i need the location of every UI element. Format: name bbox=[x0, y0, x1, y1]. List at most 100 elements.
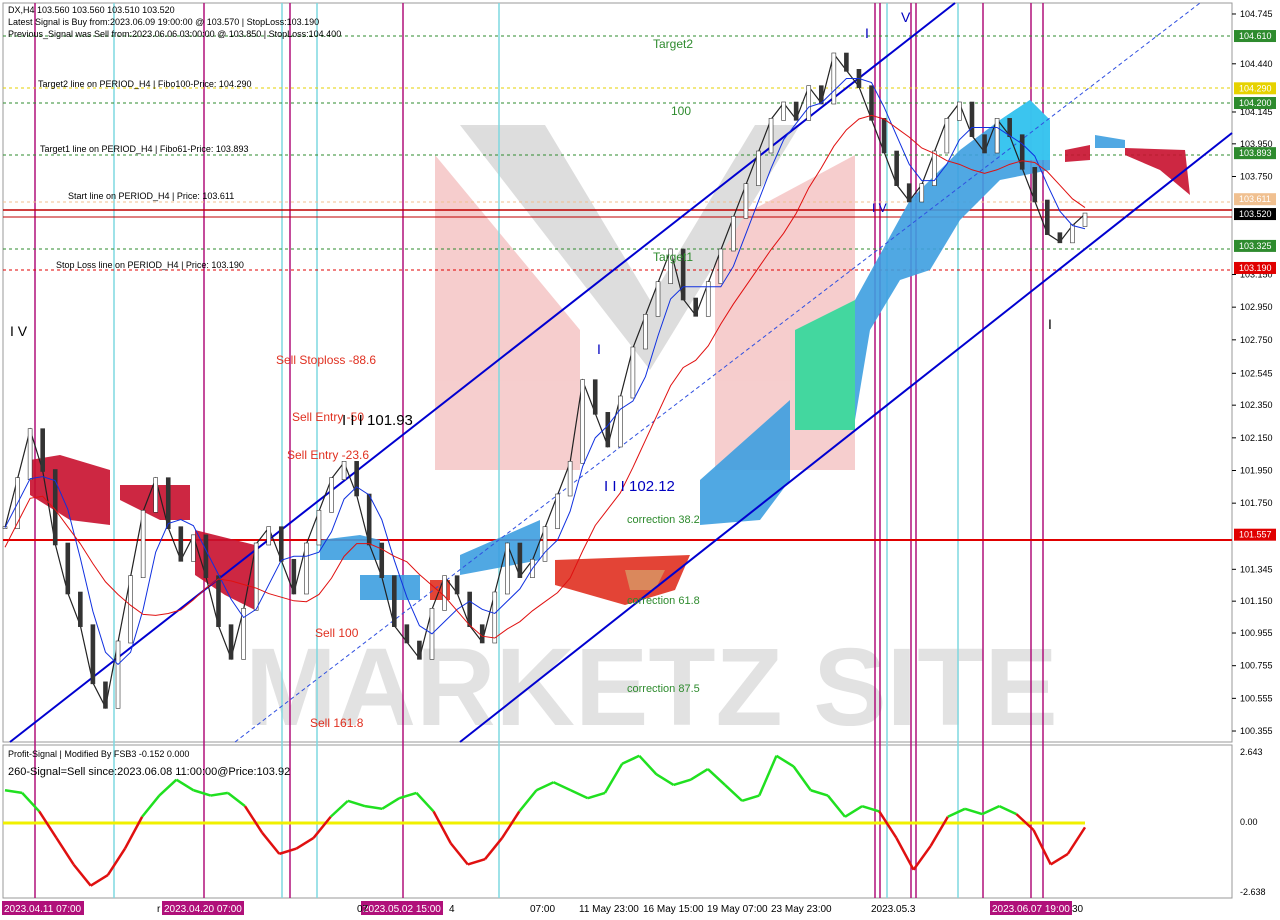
candle bbox=[768, 118, 774, 154]
candle bbox=[944, 118, 950, 154]
candle bbox=[718, 248, 724, 284]
candle bbox=[467, 591, 472, 627]
time-tick-fragment: 07 bbox=[357, 904, 369, 915]
time-tick-label: 2023.05.02 15:00 bbox=[363, 904, 441, 915]
candle bbox=[291, 559, 297, 595]
price-tick-label: 100.555 bbox=[1240, 693, 1273, 703]
roman-i-annotation-c: I bbox=[865, 25, 869, 41]
price-badge-label: 103.190 bbox=[1239, 263, 1272, 273]
symbol-line: DX,H4 103.560 103.560 103.510 103.520 bbox=[8, 5, 175, 15]
time-tick-label: 19 May 07:00 bbox=[707, 904, 768, 915]
candle bbox=[655, 281, 661, 317]
candle bbox=[40, 428, 45, 472]
candle bbox=[567, 461, 573, 497]
price-tick-label: 101.150 bbox=[1240, 596, 1273, 606]
price-badge-label: 103.325 bbox=[1239, 241, 1272, 251]
time-tick-label: 2023.06.07 19:00 bbox=[992, 904, 1070, 915]
sell-entry-23-annotation: Sell Entry -23.6 bbox=[287, 448, 369, 462]
candle bbox=[329, 477, 334, 513]
price-badge-label: 104.610 bbox=[1239, 31, 1272, 41]
candle bbox=[781, 101, 786, 121]
candle bbox=[969, 101, 975, 137]
candle bbox=[1057, 232, 1063, 244]
price-101-93-annotation: I I I 101.93 bbox=[342, 412, 413, 429]
candle bbox=[304, 542, 309, 595]
candle bbox=[316, 510, 322, 546]
roman-v-annotation: V bbox=[901, 9, 911, 25]
candle bbox=[957, 101, 962, 121]
candle bbox=[103, 681, 108, 709]
price-tick-label: 101.750 bbox=[1240, 498, 1273, 508]
candle bbox=[492, 591, 498, 644]
price-badge-label: 103.520 bbox=[1239, 209, 1272, 219]
candle bbox=[140, 510, 146, 578]
candle bbox=[228, 624, 234, 660]
price-tick-label: 102.150 bbox=[1240, 433, 1273, 443]
latest-signal-text: Latest Signal is Buy from:2023.06.09 19:… bbox=[8, 17, 319, 27]
candle bbox=[1007, 118, 1012, 137]
candle bbox=[266, 526, 272, 546]
candle bbox=[178, 526, 184, 562]
candle bbox=[341, 461, 347, 480]
candle bbox=[442, 575, 447, 611]
candle bbox=[417, 640, 422, 660]
price-badge-label: 104.200 bbox=[1239, 98, 1272, 108]
price-tick-label: 102.350 bbox=[1240, 400, 1273, 410]
candle bbox=[894, 150, 899, 186]
candle bbox=[919, 183, 925, 203]
candle bbox=[844, 52, 849, 72]
candle bbox=[203, 534, 209, 578]
price-tick-label: 104.440 bbox=[1240, 59, 1273, 69]
indicator-tick-label: 0.00 bbox=[1240, 817, 1258, 827]
fibo100-annotation: 100 bbox=[671, 104, 691, 118]
price-tick-label: 102.750 bbox=[1240, 335, 1273, 345]
candle bbox=[743, 183, 749, 219]
candle bbox=[65, 542, 71, 595]
correction-61-annotation: correction 61.8 bbox=[627, 595, 700, 607]
candle bbox=[128, 575, 133, 644]
price-badge-label: 103.611 bbox=[1239, 194, 1271, 204]
candle bbox=[191, 534, 196, 562]
candle bbox=[605, 412, 611, 448]
candle bbox=[505, 542, 510, 595]
indicator-tick-label: 2.643 bbox=[1240, 747, 1263, 757]
candle bbox=[253, 542, 259, 611]
price-tick-label: 100.355 bbox=[1240, 726, 1273, 736]
candle bbox=[366, 493, 372, 546]
sell-161-annotation: Sell 161.8 bbox=[310, 716, 364, 730]
candle bbox=[693, 297, 698, 317]
candle bbox=[630, 346, 636, 399]
candle bbox=[806, 85, 812, 121]
sell-100-annotation: Sell 100 bbox=[315, 626, 359, 640]
target1-level-label: Target1 line on PERIOD_H4 | Fibo61-Price… bbox=[40, 144, 248, 154]
candle bbox=[831, 52, 837, 105]
roman-i-annotation-b: I bbox=[1048, 316, 1052, 332]
target1-annotation: Target1 bbox=[653, 250, 693, 264]
candle bbox=[1045, 199, 1050, 235]
candle bbox=[643, 314, 648, 350]
candle bbox=[454, 575, 460, 595]
price-tick-label: 101.950 bbox=[1240, 466, 1273, 476]
time-tick-label: 2023.04.11 07:00 bbox=[4, 904, 82, 915]
candle bbox=[542, 526, 548, 562]
price-tick-label: 103.750 bbox=[1240, 172, 1273, 182]
start-level-label: Start line on PERIOD_H4 | Price: 103.611 bbox=[68, 191, 234, 201]
stoploss-level-label: Stop Loss line on PERIOD_H4 | Price: 103… bbox=[56, 260, 244, 270]
candle bbox=[994, 118, 1000, 154]
candle bbox=[216, 575, 221, 627]
candle bbox=[517, 542, 523, 578]
chart-canvas: MARKETZ SITE DX,H4 103.560 103.560 103.5… bbox=[0, 0, 1280, 920]
candle bbox=[165, 477, 171, 529]
time-tick-label: 16 May 15:00 bbox=[643, 904, 704, 915]
candle bbox=[90, 624, 96, 685]
candle bbox=[793, 101, 799, 121]
price-badge-label: 103.893 bbox=[1239, 148, 1272, 158]
candle bbox=[278, 526, 284, 562]
price-tick-label: 100.955 bbox=[1240, 628, 1273, 638]
candle bbox=[78, 591, 83, 627]
sell-stoploss-annotation: Sell Stoploss -88.6 bbox=[276, 353, 376, 367]
candle bbox=[1032, 167, 1038, 203]
candle bbox=[479, 624, 485, 644]
previous-signal-text: Previous_Signal was Sell from:2023.06.06… bbox=[8, 29, 341, 39]
candle bbox=[1082, 212, 1088, 227]
